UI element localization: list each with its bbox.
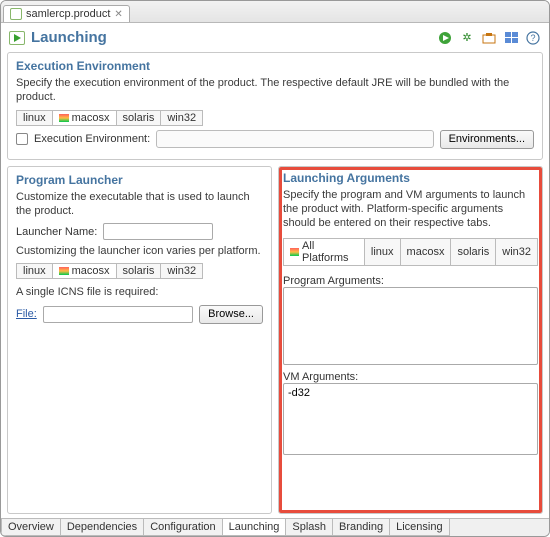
execution-environment-title: Execution Environment: [16, 59, 534, 73]
args-tab-win32[interactable]: win32: [496, 238, 538, 266]
launcher-name-label: Launcher Name:: [16, 226, 97, 238]
file-label-link[interactable]: File:: [16, 308, 37, 320]
args-tab-solaris[interactable]: solaris: [451, 238, 496, 266]
flag-icon: [59, 267, 69, 275]
bottom-tabs: Overview Dependencies Configuration Laun…: [1, 518, 549, 536]
help-icon[interactable]: ?: [525, 30, 541, 46]
run-icon[interactable]: [437, 30, 453, 46]
vm-args-input[interactable]: -d32: [283, 383, 538, 455]
page-title: Launching: [31, 29, 107, 46]
editor-tabstrip: samlercp.product ✕: [1, 1, 549, 23]
execution-environment-panel: Execution Environment Specify the execut…: [7, 52, 543, 160]
launcher-tab-linux[interactable]: linux: [16, 263, 53, 279]
program-launcher-panel: Program Launcher Customize the executabl…: [7, 166, 272, 514]
file-icon: [10, 8, 22, 20]
launcher-tab-solaris[interactable]: solaris: [117, 263, 162, 279]
close-icon[interactable]: ✕: [114, 9, 122, 20]
environments-button[interactable]: Environments...: [440, 130, 534, 149]
tab-splash[interactable]: Splash: [286, 519, 333, 536]
program-launcher-title: Program Launcher: [16, 173, 263, 187]
tab-overview[interactable]: Overview: [1, 519, 61, 536]
args-tab-macosx[interactable]: macosx: [401, 238, 452, 266]
tab-licensing[interactable]: Licensing: [390, 519, 449, 536]
flag-icon: [290, 248, 299, 256]
exec-env-os-tabs: linux macosx solaris win32: [16, 110, 534, 126]
icns-note: A single ICNS file is required:: [16, 285, 263, 299]
args-tab-linux[interactable]: linux: [365, 238, 401, 266]
exec-env-checkbox[interactable]: [16, 133, 28, 145]
tab-branding[interactable]: Branding: [333, 519, 390, 536]
tab-dependencies[interactable]: Dependencies: [61, 519, 144, 536]
views-icon[interactable]: [503, 30, 519, 46]
exec-env-row: Execution Environment: Environments...: [16, 130, 534, 149]
exec-env-combo[interactable]: [156, 130, 433, 148]
tab-configuration[interactable]: Configuration: [144, 519, 222, 536]
execution-environment-desc: Specify the execution environment of the…: [16, 76, 534, 105]
launching-icon: [9, 31, 25, 45]
vm-args-label: VM Arguments:: [283, 371, 538, 383]
exec-env-tab-macosx[interactable]: macosx: [53, 110, 117, 126]
exec-env-checkbox-label: Execution Environment:: [34, 133, 150, 145]
exec-env-tab-solaris[interactable]: solaris: [117, 110, 162, 126]
icns-file-input[interactable]: [43, 306, 193, 323]
launcher-os-tabs: linux macosx solaris win32: [16, 263, 263, 279]
launcher-tab-macosx[interactable]: macosx: [53, 263, 117, 279]
args-tab-all[interactable]: All Platforms: [283, 238, 365, 266]
page-title-container: Launching: [9, 29, 107, 46]
program-args-input[interactable]: [283, 287, 538, 365]
page-header: Launching ✲ ?: [1, 23, 549, 52]
launching-arguments-panel: Launching Arguments Specify the program …: [278, 166, 543, 514]
svg-text:?: ?: [530, 33, 535, 43]
editor-tab[interactable]: samlercp.product ✕: [3, 5, 130, 22]
tab-launching[interactable]: Launching: [223, 519, 287, 536]
program-args-label: Program Arguments:: [283, 275, 538, 287]
launcher-icon-note: Customizing the launcher icon varies per…: [16, 244, 263, 258]
browse-button[interactable]: Browse...: [199, 305, 263, 324]
launching-arguments-title: Launching Arguments: [283, 171, 538, 185]
debug-icon[interactable]: ✲: [459, 30, 475, 46]
exec-env-tab-linux[interactable]: linux: [16, 110, 53, 126]
launcher-name-input[interactable]: [103, 223, 213, 240]
program-launcher-desc: Customize the executable that is used to…: [16, 190, 263, 219]
launcher-tab-win32[interactable]: win32: [161, 263, 203, 279]
toolbar: ✲ ?: [437, 30, 541, 46]
exec-env-tab-win32[interactable]: win32: [161, 110, 203, 126]
args-os-tabs: All Platforms linux macosx solaris win32: [283, 238, 538, 266]
flag-icon: [59, 114, 69, 122]
export-icon[interactable]: [481, 30, 497, 46]
launching-arguments-desc: Specify the program and VM arguments to …: [283, 188, 538, 231]
editor-tab-label: samlercp.product: [26, 8, 110, 20]
